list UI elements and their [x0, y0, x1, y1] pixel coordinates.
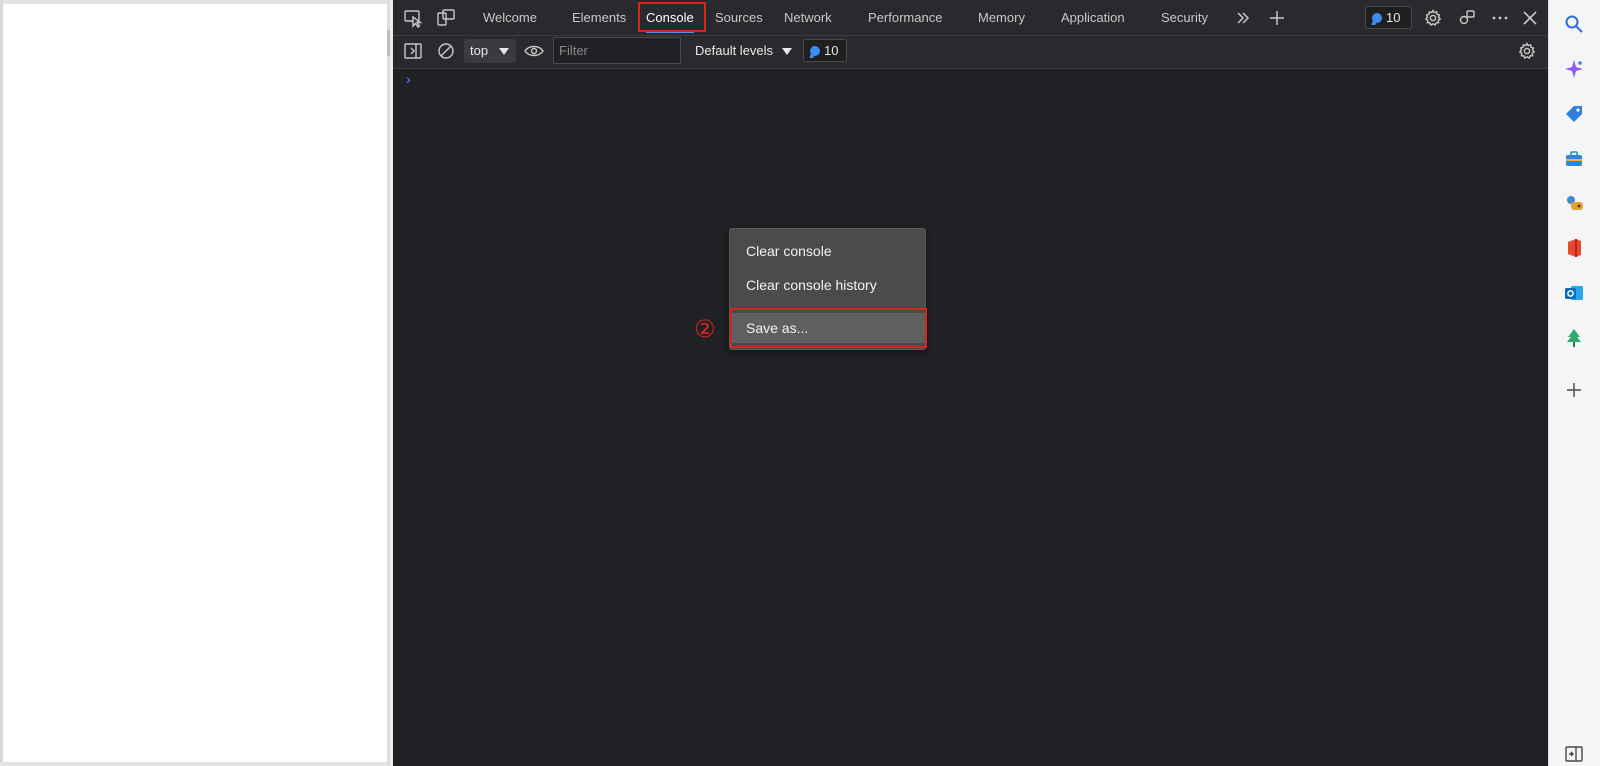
settings-icon[interactable]: [1423, 8, 1443, 28]
tab-network[interactable]: Network: [784, 0, 832, 35]
tab-label: Sources: [715, 10, 763, 25]
tab-label: Network: [784, 10, 832, 25]
issues-count: 10: [1386, 10, 1401, 25]
live-expression-icon[interactable]: [523, 41, 545, 61]
callout-box-save-as: [730, 308, 927, 348]
message-bubble-icon: [1372, 12, 1382, 23]
tab-elements[interactable]: Elements: [572, 0, 626, 35]
office-icon[interactable]: [1562, 236, 1586, 260]
log-levels-label: Default levels: [695, 43, 774, 58]
tab-label: Memory: [978, 10, 1025, 25]
more-options-icon[interactable]: [1490, 8, 1510, 28]
add-icon[interactable]: [1562, 378, 1586, 402]
log-levels-dropdown[interactable]: Default levels: [695, 39, 792, 63]
tab-sources[interactable]: Sources: [715, 0, 763, 35]
outlook-icon[interactable]: [1562, 281, 1586, 305]
tree-icon[interactable]: [1562, 326, 1586, 350]
web-page-pane: [0, 0, 393, 766]
games-icon[interactable]: [1562, 191, 1586, 215]
tab-memory[interactable]: Memory: [978, 0, 1025, 35]
close-icon[interactable]: [1520, 8, 1540, 28]
sidebar-hide-icon[interactable]: [1562, 742, 1586, 766]
callout-box-console-tab: [638, 2, 706, 32]
page-left-edge: [0, 0, 3, 766]
console-prompt[interactable]: ›: [406, 71, 411, 87]
context-selector-value: top: [470, 43, 489, 58]
issues-badge[interactable]: 10: [1365, 6, 1412, 29]
callout-number-2: ②: [694, 315, 716, 343]
copilot-icon[interactable]: [1562, 57, 1586, 81]
tab-label: Elements: [572, 10, 627, 25]
inspect-icon[interactable]: [403, 8, 423, 28]
filter-input[interactable]: [553, 37, 681, 64]
context-selector[interactable]: top: [464, 39, 516, 63]
sidebar-toggle-icon[interactable]: [403, 41, 423, 61]
page-top-edge: [0, 0, 390, 4]
chevron-down-icon: [499, 48, 509, 55]
devtools-tabbar: Welcome Elements Console Sources Network…: [393, 0, 1548, 61]
menu-item-clear-console[interactable]: Clear console: [730, 236, 925, 266]
console-settings-icon[interactable]: [1517, 41, 1537, 61]
tab-label: Application: [1061, 10, 1125, 25]
page-bottom-edge: [0, 762, 390, 766]
tools-icon[interactable]: [1562, 147, 1586, 171]
chevron-down-icon: [782, 48, 792, 55]
tab-label: Security: [1161, 10, 1208, 25]
browser-sidebar: [1548, 0, 1600, 766]
tab-security[interactable]: Security: [1161, 0, 1208, 35]
menu-item-clear-console-history[interactable]: Clear console history: [730, 270, 925, 300]
new-tab-icon[interactable]: [1267, 8, 1287, 28]
tab-label: Welcome: [483, 10, 537, 25]
devtools-panel: Welcome Elements Console Sources Network…: [393, 0, 1548, 766]
tab-welcome[interactable]: Welcome: [483, 0, 537, 35]
message-bubble-icon: [810, 45, 820, 56]
clear-console-icon[interactable]: [436, 41, 456, 61]
tab-application[interactable]: Application: [1061, 0, 1125, 35]
tab-label: Performance: [868, 10, 943, 25]
tab-performance[interactable]: Performance: [868, 0, 942, 35]
shopping-icon[interactable]: [1562, 102, 1586, 126]
device-emulation-icon[interactable]: [436, 8, 456, 28]
messages-badge[interactable]: 10: [803, 39, 847, 62]
search-icon[interactable]: [1562, 12, 1586, 36]
messages-count: 10: [824, 43, 839, 58]
customize-icon[interactable]: [1457, 8, 1477, 28]
more-tabs-icon[interactable]: [1233, 8, 1253, 28]
